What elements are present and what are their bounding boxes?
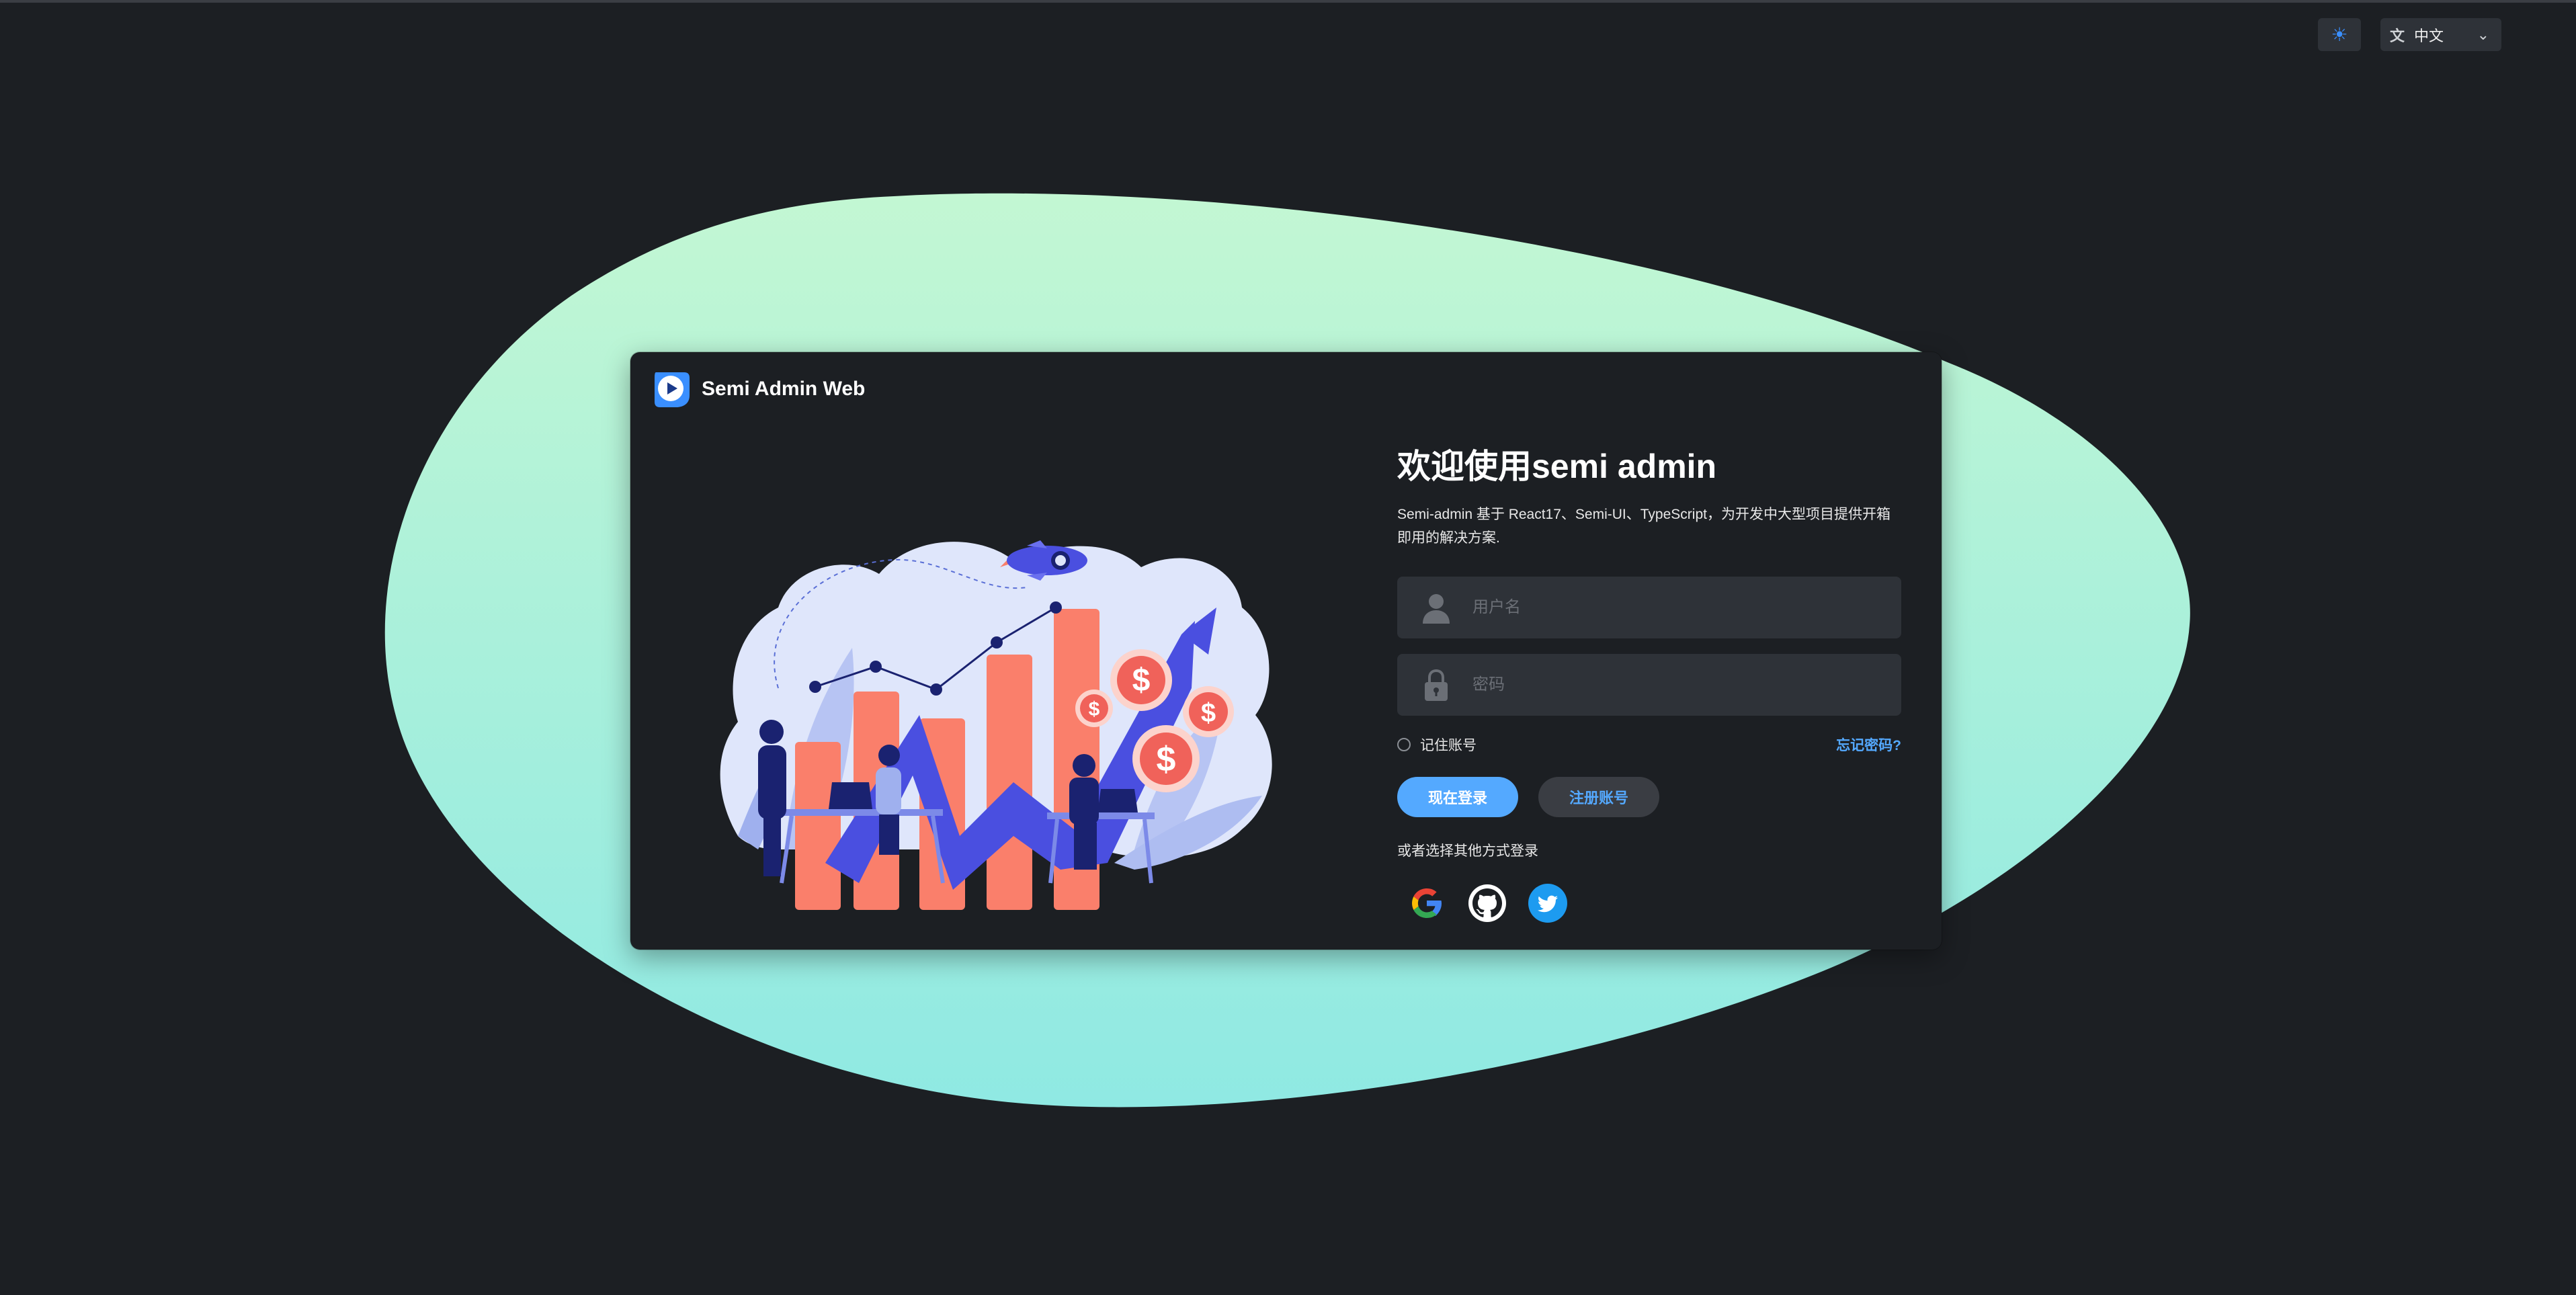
language-select[interactable]: 文 中文 ⌄ (2380, 18, 2501, 51)
translate-icon: 文 (2390, 27, 2405, 44)
register-button[interactable]: 注册账号 (1538, 777, 1659, 817)
page-title: 欢迎使用semi admin (1397, 448, 1717, 485)
google-icon[interactable] (1407, 883, 1447, 923)
remember-radio[interactable] (1397, 738, 1411, 751)
twitter-icon[interactable] (1528, 883, 1568, 923)
language-selected-label: 中文 (2414, 27, 2444, 44)
login-options: 记住账号 忘记密码? (1397, 731, 1901, 758)
theme-toggle-button[interactable]: ☀ (2318, 18, 2361, 51)
user-icon (1423, 594, 1450, 624)
login-page: ☀ 文 中文 ⌄ Semi Admin Web $ $ $ $ 欢迎使用semi… (0, 0, 2576, 1295)
login-form: 欢迎使用semi admin Semi-admin 基于 React17、Sem… (1397, 446, 1901, 923)
alt-login-text: 或者选择其他方式登录 (1397, 843, 1538, 859)
password-input[interactable] (1471, 675, 1901, 695)
play-logo-icon (655, 372, 690, 407)
login-button[interactable]: 现在登录 (1397, 777, 1518, 817)
brand[interactable]: Semi Admin Web (651, 368, 865, 410)
brand-name: Semi Admin Web (702, 378, 866, 400)
username-input[interactable] (1471, 597, 1901, 618)
username-field[interactable] (1397, 577, 1901, 638)
finance-illustration: $ $ $ $ (720, 540, 1272, 910)
sun-icon: ☀ (2331, 24, 2348, 45)
lock-icon (1425, 669, 1448, 701)
remember-label: 记住账号 (1420, 738, 1477, 753)
svg-text:$: $ (1132, 663, 1151, 698)
svg-text:$: $ (1089, 698, 1100, 720)
social-login-row (1407, 883, 1901, 923)
button-row: 现在登录 注册账号 (1397, 777, 1901, 817)
remember-checkbox[interactable]: 记住账号 (1397, 735, 1477, 755)
svg-text:$: $ (1201, 698, 1216, 728)
svg-text:$: $ (1157, 740, 1176, 779)
login-card: Semi Admin Web $ $ $ $ 欢迎使用semi admin Se… (630, 352, 1942, 950)
page-description: Semi-admin 基于 React17、Semi-UI、TypeScript… (1397, 507, 1891, 546)
password-field[interactable] (1397, 654, 1901, 716)
github-icon[interactable] (1467, 883, 1507, 923)
chevron-down-icon: ⌄ (2477, 26, 2489, 43)
forgot-password-link[interactable]: 忘记密码? (1836, 735, 1901, 755)
